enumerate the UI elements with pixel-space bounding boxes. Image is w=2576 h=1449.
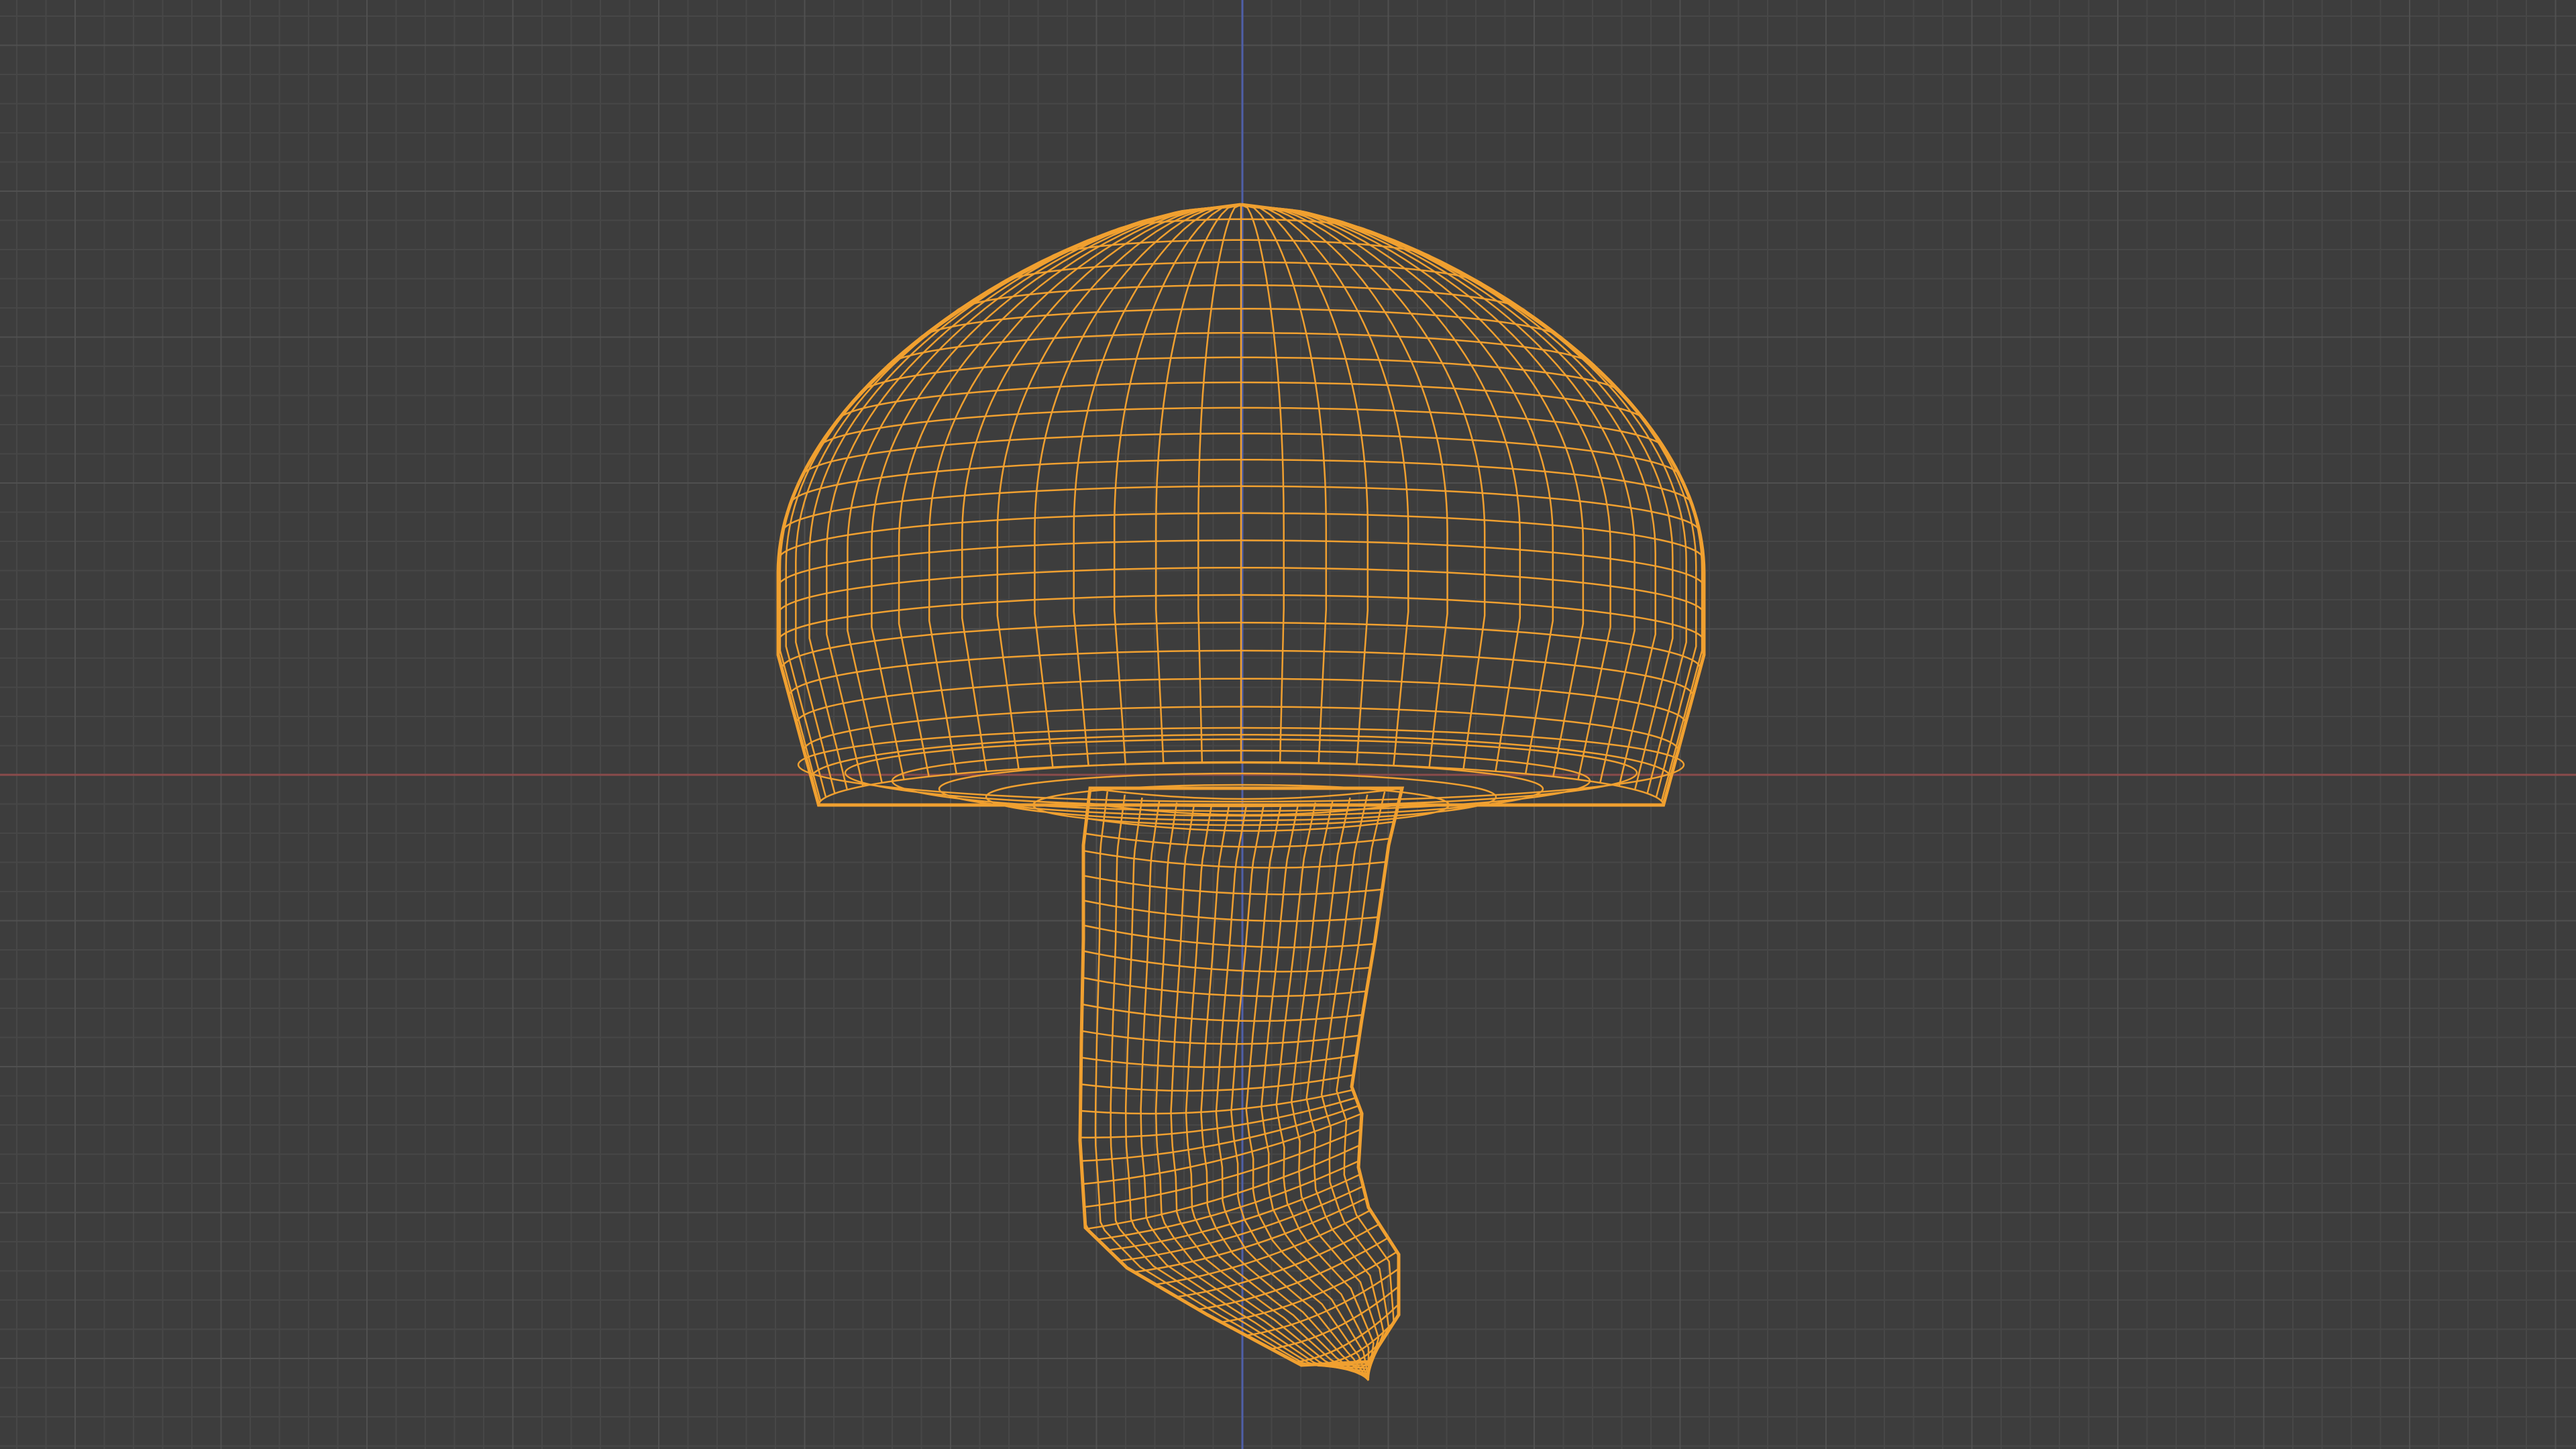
cap-meridian-edge [871,203,1242,780]
gill-ring-edge [985,772,1497,822]
cap-meridian-edge [808,203,1242,790]
cap-meridian-edge [1240,203,1697,798]
mushroom-wireframe-mesh[interactable] [776,203,1706,1381]
stem-ring-edge [1083,849,1387,869]
cap-meridian-edge [1240,203,1674,790]
stem-silhouette [1078,786,1405,1367]
cap-meridian-edge [1240,203,1705,806]
3d-viewport[interactable] [0,0,2576,1449]
cap-meridian-edge [1240,203,1611,780]
stem-ring-edge [1084,833,1391,848]
mushroom-stem-wireframe[interactable] [1078,786,1405,1381]
mushroom-cap-wireframe[interactable] [776,203,1706,807]
viewport-canvas[interactable] [0,0,2576,1449]
cap-meridian-edge [785,203,1242,798]
stem-ring-edge [1134,1197,1367,1273]
